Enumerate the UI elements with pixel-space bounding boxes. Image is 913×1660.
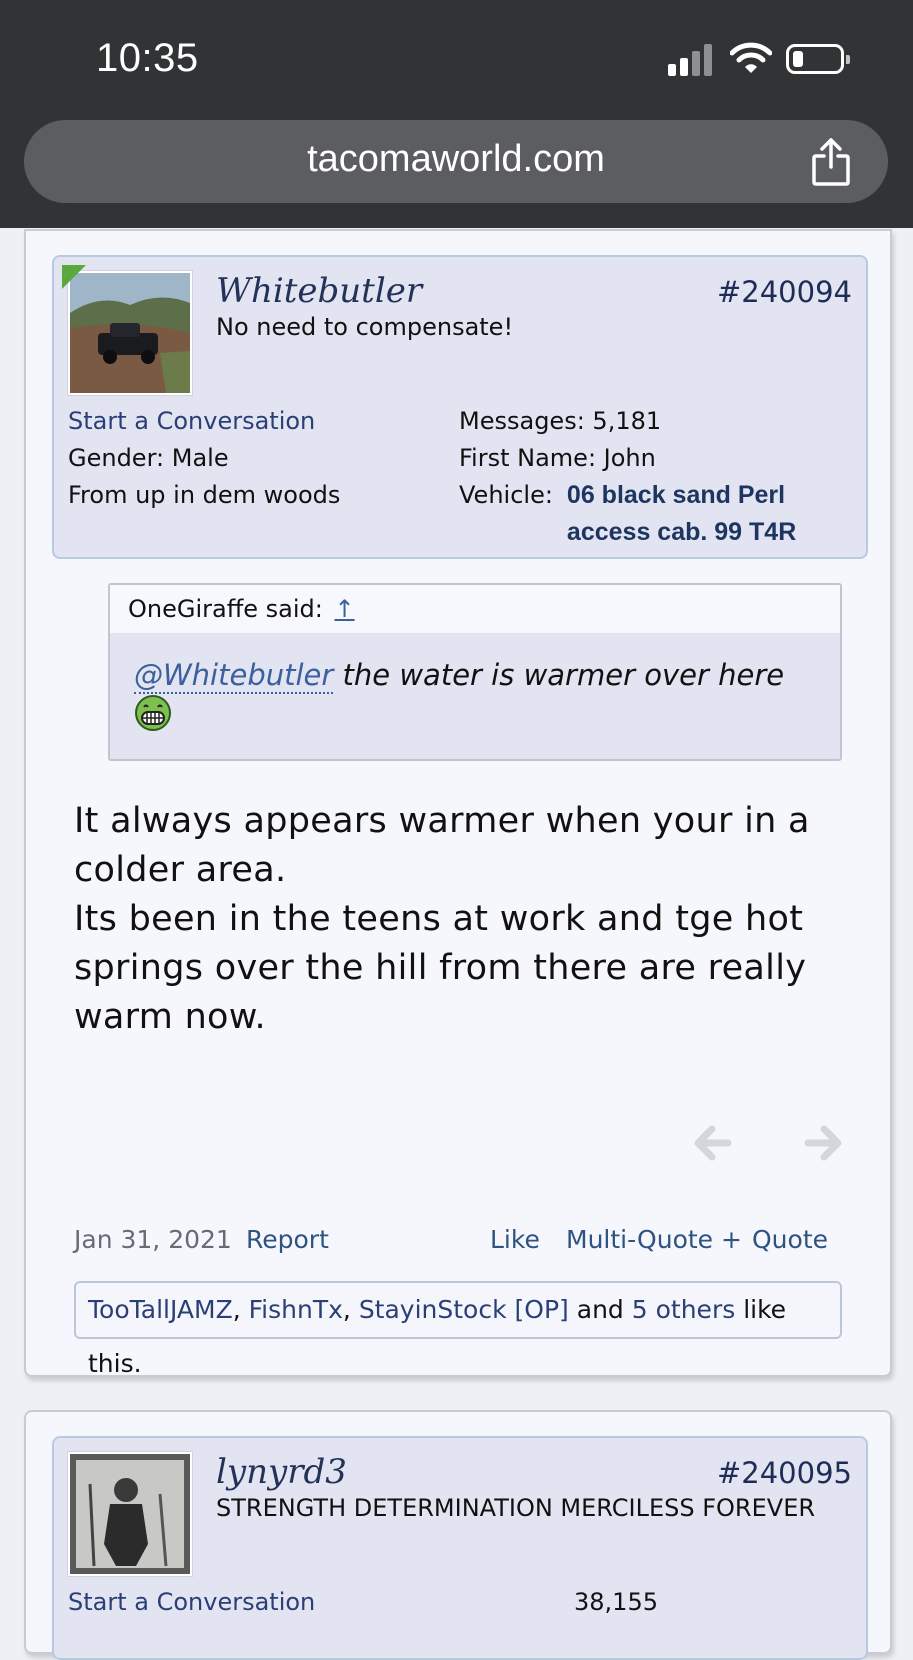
start-conversation-link[interactable]: Start a Conversation	[68, 403, 340, 440]
next-arrow-icon[interactable]	[804, 1125, 842, 1161]
like-button[interactable]: Like	[490, 1225, 540, 1254]
report-link[interactable]: Report	[246, 1225, 329, 1254]
op-badge: [OP]	[514, 1295, 569, 1324]
messages-value: 5,181	[592, 407, 662, 435]
user-extra-left: Start a Conversation Gender: Male From u…	[68, 403, 340, 514]
message-line: Its been in the teens at work and tge ho…	[74, 899, 804, 939]
quote-block: OneGiraffe said: ↑ @Whitebutler the wate…	[108, 583, 842, 761]
message-line: colder area.	[74, 850, 287, 890]
quote-text: the water is warmer over here	[333, 658, 785, 692]
vehicle-label: Vehicle:	[459, 481, 553, 509]
location: From up in dem woods	[68, 481, 341, 509]
messages-label: Messages:	[459, 407, 585, 435]
vehicle-row: Vehicle: 06 black sand Perl access cab. …	[459, 477, 796, 551]
start-conversation-link[interactable]: Start a Conversation	[68, 1584, 315, 1621]
message-line: springs over the hill from there are rea…	[74, 948, 807, 988]
first-name-label: First Name:	[459, 444, 597, 472]
multi-quote-button[interactable]: Multi-Quote +	[566, 1225, 742, 1254]
quote-header: OneGiraffe said: ↑	[110, 585, 840, 634]
clock: 10:35	[96, 36, 199, 80]
online-indicator	[62, 265, 86, 289]
others-link[interactable]: 5 others	[632, 1295, 735, 1324]
message-body: It always appears warmer when your in a …	[74, 797, 854, 1042]
post-number[interactable]: #240095	[717, 1456, 852, 1490]
username[interactable]: Whitebutler	[216, 271, 422, 311]
address-bar[interactable]: tacomaworld.com	[24, 120, 888, 203]
quote-author[interactable]: OneGiraffe said:	[128, 595, 323, 623]
share-icon[interactable]	[810, 137, 852, 187]
user-title: No need to compensate!	[216, 313, 514, 341]
wifi-icon	[730, 42, 772, 73]
message-line: warm now.	[74, 997, 266, 1037]
vehicle-line-2: access cab. 99 T4R	[566, 518, 797, 546]
avatar[interactable]	[68, 1452, 192, 1576]
first-name-value: John	[603, 444, 656, 472]
gender-value: Male	[171, 444, 229, 472]
gender-label: Gender:	[68, 444, 165, 472]
truck-photo	[70, 273, 190, 393]
url-text: tacomaworld.com	[307, 138, 605, 180]
post-date[interactable]: Jan 31, 2021	[74, 1225, 232, 1254]
username[interactable]: lynyrd3	[216, 1452, 347, 1492]
avatar[interactable]	[68, 271, 192, 395]
liker-link[interactable]: TooTallJAMZ	[88, 1295, 233, 1324]
liker-link[interactable]: StayinStock	[359, 1295, 507, 1324]
user-photo	[70, 1454, 190, 1574]
user-extra-right: Messages: 5,181 First Name: John Vehicle…	[459, 403, 796, 551]
post-240095: lynyrd3 STRENGTH DETERMINATION MERCILESS…	[24, 1410, 892, 1660]
status-bar: 10:35 tacomaworld.com	[0, 0, 913, 228]
message-line: It always appears warmer when your in a	[74, 801, 810, 841]
messages-value: 38,155	[574, 1588, 658, 1616]
post-240094: Whitebutler No need to compensate! #2400…	[24, 229, 892, 1378]
mention-link[interactable]: @Whitebutler	[134, 658, 334, 694]
user-info-block: lynyrd3 STRENGTH DETERMINATION MERCILESS…	[52, 1436, 868, 1660]
likes-summary: TooTallJAMZ, FishnTx, StayinStock [OP] a…	[74, 1281, 842, 1378]
first-name-row: First Name: John	[459, 440, 796, 477]
quote-jump-icon[interactable]: ↑	[334, 595, 354, 623]
battery-icon	[786, 44, 850, 74]
messages-row: Messages: 5,181	[459, 403, 796, 440]
previous-arrow-icon[interactable]	[694, 1125, 732, 1161]
grin-emoji-icon	[134, 694, 816, 739]
quote-body: @Whitebutler the water is warmer over he…	[110, 634, 840, 763]
likes-and: and	[576, 1295, 624, 1324]
user-info-block: Whitebutler No need to compensate! #2400…	[52, 255, 868, 559]
post-number[interactable]: #240094	[717, 275, 852, 309]
liker-link[interactable]: FishnTx	[249, 1295, 343, 1324]
vehicle-line-1: 06 black sand Perl	[566, 481, 786, 509]
quote-button[interactable]: Quote	[752, 1225, 828, 1254]
gender-row: Gender: Male	[68, 440, 340, 477]
user-title: STRENGTH DETERMINATION MERCILESS FOREVER	[216, 1494, 816, 1522]
cellular-signal-icon	[668, 44, 714, 76]
